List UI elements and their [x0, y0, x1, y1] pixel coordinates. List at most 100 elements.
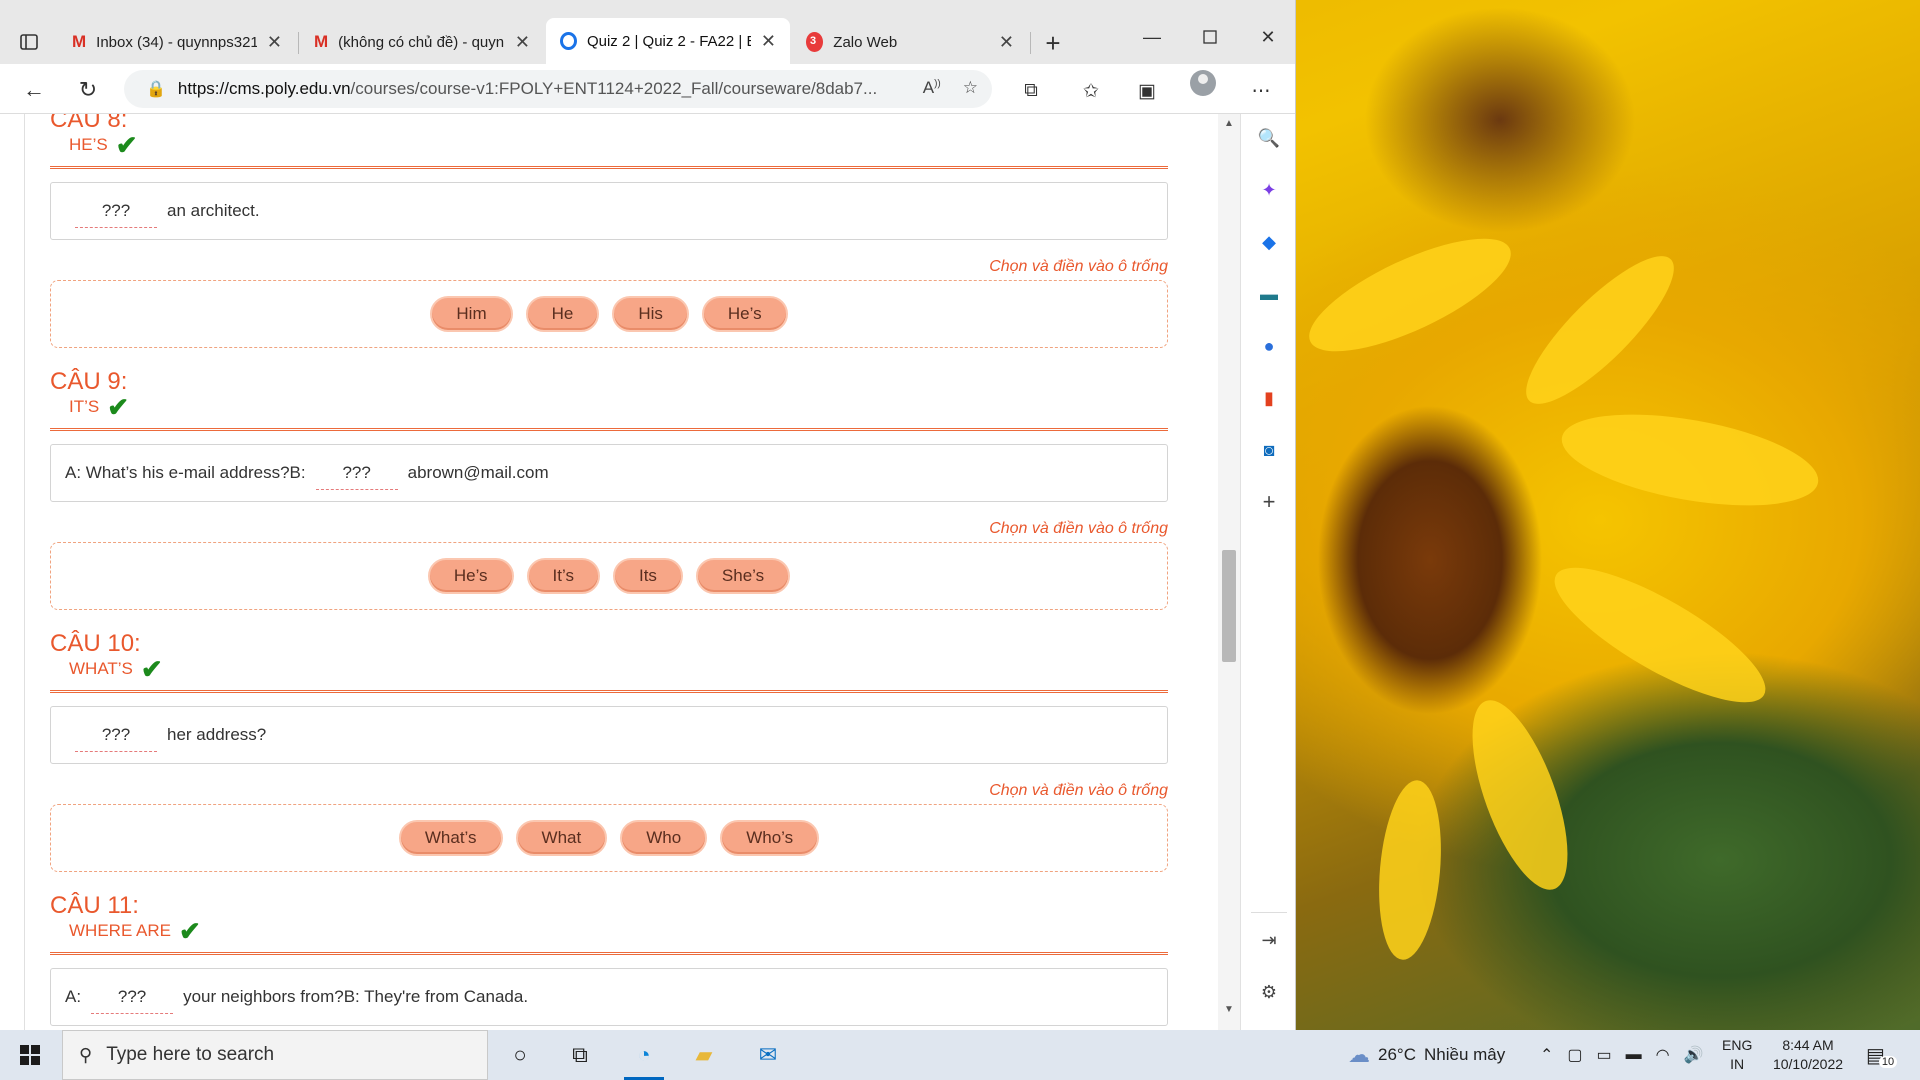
choice-chip[interactable]: Who’s: [720, 820, 820, 856]
edge-icon[interactable]: ◔: [616, 1030, 672, 1080]
choice-chip[interactable]: He: [525, 296, 600, 332]
meet-icon[interactable]: ▢: [1567, 1045, 1582, 1065]
more-menu-icon[interactable]: ⋯: [1248, 78, 1274, 104]
answer-text: WHAT’S: [69, 659, 133, 678]
search-icon: ⚲: [79, 1044, 93, 1065]
sentence-box: A: What’s his e-mail address?B: ??? abro…: [50, 444, 1168, 502]
browser-window: M Inbox (34) - quynnps321 ✕ M (không có …: [0, 0, 1296, 1030]
battery-icon[interactable]: ▬: [1626, 1046, 1642, 1064]
instruction-text: Chọn và điền vào ô trống: [989, 258, 1168, 275]
choice-chip[interactable]: She’s: [695, 558, 791, 594]
blank-drop-zone[interactable]: ???: [75, 725, 157, 752]
minimize-button[interactable]: —: [1124, 22, 1180, 52]
task-view-icon[interactable]: ⧉: [552, 1030, 608, 1080]
new-tab-button[interactable]: +: [1036, 26, 1070, 60]
collections-icon[interactable]: ▣: [1134, 78, 1160, 104]
tab-zalo[interactable]: 3 Zalo Web ✕: [792, 22, 1028, 62]
wifi-icon[interactable]: ◠: [1656, 1045, 1670, 1065]
games-icon[interactable]: ●: [1257, 334, 1281, 358]
tab-inbox[interactable]: M Inbox (34) - quynnps321 ✕: [58, 22, 296, 62]
tab-title: Zalo Web: [833, 33, 898, 51]
close-icon[interactable]: ✕: [267, 32, 282, 53]
tools-icon[interactable]: ▬: [1257, 282, 1281, 306]
choice-chip[interactable]: What: [515, 820, 608, 856]
blank-drop-zone[interactable]: ???: [91, 987, 174, 1014]
taskbar: ⚲ Type here to search ○ ⧉ ◔ ▰ ✉ ☁ 26°C N…: [0, 1030, 1920, 1080]
scrollbar-thumb[interactable]: [1222, 550, 1236, 662]
taskbar-search[interactable]: ⚲ Type here to search: [62, 1030, 488, 1080]
add-icon[interactable]: +: [1257, 489, 1281, 514]
choice-chip[interactable]: He’s: [701, 296, 788, 332]
language-indicator[interactable]: ENG IN: [1722, 1030, 1752, 1080]
profile-avatar[interactable]: [1190, 70, 1216, 96]
question-title: CÂU 10:: [50, 630, 141, 657]
back-button[interactable]: ←: [16, 72, 52, 108]
blank-drop-zone[interactable]: ???: [75, 201, 157, 228]
url-host: https://cms.poly.edu.vn: [177, 79, 351, 98]
shopping-tag-icon[interactable]: ◆: [1257, 230, 1281, 254]
gmail-icon: M: [72, 32, 87, 51]
clock-time: 8:44 AM: [1782, 1037, 1834, 1053]
choice-chip[interactable]: It’s: [526, 558, 600, 594]
settings-icon[interactable]: ⚙: [1257, 980, 1281, 1004]
choice-chip[interactable]: Who: [620, 820, 708, 856]
blank-drop-zone[interactable]: ???: [315, 463, 398, 490]
display-icon[interactable]: ▭: [1597, 1045, 1612, 1065]
favorites-icon[interactable]: ✩: [1078, 78, 1104, 104]
tab-actions-icon[interactable]: [14, 28, 44, 56]
sentence-before: A:: [65, 987, 82, 1006]
url-bar[interactable]: 🔒 https://cms.poly.edu.vn /courses/cours…: [124, 70, 992, 108]
cloud-icon: ☁: [1348, 1042, 1370, 1067]
cortana-icon[interactable]: ○: [492, 1030, 548, 1080]
edge-sidebar: 🔍 ✦ ◆ ▬ ● ▮ ◙ + ⇥ ⚙: [1240, 114, 1295, 1030]
copilot-icon[interactable]: ✦: [1257, 178, 1281, 202]
tab-title: Inbox (34) - quynnps321: [96, 33, 257, 51]
choice-chip[interactable]: What’s: [398, 820, 503, 856]
edge-loading-icon: [560, 32, 577, 50]
file-explorer-icon[interactable]: ▰: [676, 1030, 732, 1080]
checkmark-icon: ✔: [107, 392, 130, 422]
tab-title: (không có chủ đề) - quyn: [338, 33, 505, 51]
close-icon[interactable]: ✕: [761, 31, 776, 52]
close-window-button[interactable]: ✕: [1240, 22, 1295, 52]
zalo-icon: 3: [806, 32, 824, 52]
checkmark-icon: ✔: [140, 654, 163, 684]
divider: [50, 166, 1168, 169]
question-answer: HE’S ✔: [69, 132, 138, 158]
choice-chip[interactable]: He’s: [427, 558, 514, 594]
favorite-add-icon[interactable]: ☆: [963, 78, 978, 98]
choice-chip[interactable]: His: [612, 296, 689, 332]
mail-icon[interactable]: ✉: [740, 1030, 796, 1080]
office-icon[interactable]: ▮: [1257, 386, 1281, 410]
clock-date: 10/10/2022: [1772, 1056, 1844, 1072]
close-icon[interactable]: ✕: [999, 32, 1014, 53]
hide-sidebar-icon[interactable]: ⇥: [1257, 928, 1281, 952]
outlook-icon[interactable]: ◙: [1257, 438, 1281, 462]
sentence-box: ??? her address?: [50, 706, 1168, 764]
answer-text: HE’S: [69, 135, 108, 154]
weather-text: Nhiều mây: [1423, 1045, 1506, 1064]
maximize-button[interactable]: [1182, 22, 1238, 52]
chevron-up-icon[interactable]: ⌃: [1540, 1045, 1553, 1065]
sentence-box: ??? an architect.: [50, 182, 1168, 240]
sentence-after: her address?: [167, 725, 267, 744]
question-answer: WHAT’S ✔: [69, 656, 163, 682]
scroll-up-icon[interactable]: ▲: [1222, 118, 1236, 129]
close-icon[interactable]: ✕: [515, 32, 530, 53]
choice-chip[interactable]: Him: [430, 296, 513, 332]
extensions-icon[interactable]: ⧉: [1018, 78, 1044, 104]
read-aloud-icon[interactable]: A)): [923, 78, 941, 98]
choice-chip[interactable]: Its: [612, 558, 683, 594]
weather-widget[interactable]: ☁ 26°C Nhiều mây: [1348, 1030, 1505, 1080]
choices-box: Him He His He’s: [50, 280, 1168, 348]
notification-count: 10: [1878, 1056, 1898, 1068]
clock[interactable]: 8:44 AM 10/10/2022: [1764, 1030, 1852, 1080]
start-button[interactable]: [0, 1030, 60, 1080]
tab-quiz[interactable]: Quiz 2 | Quiz 2 - FA22 | E ✕: [546, 18, 790, 64]
notification-center[interactable]: ▤ 10: [1866, 1030, 1898, 1080]
search-icon[interactable]: 🔍: [1257, 126, 1281, 150]
refresh-button[interactable]: ↻: [70, 72, 106, 108]
volume-icon[interactable]: 🔊: [1684, 1045, 1704, 1065]
scroll-down-icon[interactable]: ▼: [1222, 1004, 1236, 1015]
tab-no-subject[interactable]: M (không có chủ đề) - quyn ✕: [300, 22, 544, 62]
